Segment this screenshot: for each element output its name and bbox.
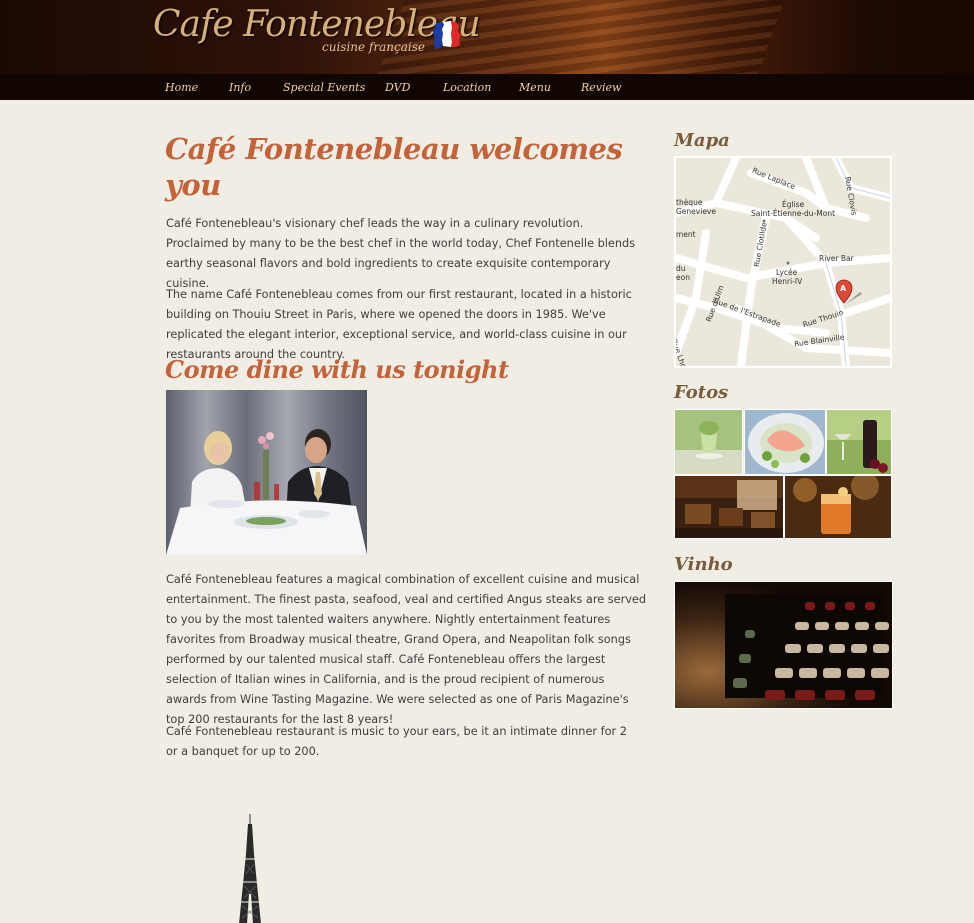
seafood-plate-photo xyxy=(745,410,825,474)
map-label: du xyxy=(676,264,686,273)
map-label: Henri-IV xyxy=(772,277,803,286)
history-paragraph: The name Café Fontenebleau comes from ou… xyxy=(166,288,632,361)
cocktail-photo xyxy=(785,476,891,538)
dining-room-photo xyxy=(675,476,783,538)
map-label: Lycée xyxy=(776,268,798,277)
nav-info-link[interactable]: Info xyxy=(229,81,251,94)
location-map[interactable]: Rue Laplace Rue Clovis thèque Genevieve … xyxy=(674,156,892,368)
nav-dvd-link[interactable]: DVD xyxy=(385,81,410,94)
map-marker-label: A xyxy=(840,284,847,293)
wine-heading: Vinho xyxy=(674,554,733,575)
site-logo-subtitle: cuisine française xyxy=(322,40,425,54)
dining-couple-photo xyxy=(166,390,367,555)
map-label: eon xyxy=(676,273,690,282)
photo-thumbnail[interactable] xyxy=(674,475,784,539)
map-streets xyxy=(676,158,890,366)
nav-menu-link[interactable]: Menu xyxy=(519,81,551,94)
dine-heading: Come dine with us tonight xyxy=(165,355,509,384)
intro-paragraph: Café Fontenebleau's visionary chef leads… xyxy=(166,217,636,290)
main-nav: Home Info Special Events DVD Location Me… xyxy=(0,74,974,100)
eiffel-tower-graphic xyxy=(239,814,261,923)
wine-glasses-photo xyxy=(827,410,891,474)
map-label: Saint-Étienne-du-Mont xyxy=(751,209,836,218)
map-label: Église xyxy=(782,200,805,209)
photos-heading: Fotos xyxy=(674,382,729,403)
wine-rack-image xyxy=(675,582,892,708)
map-label: River Bar xyxy=(819,254,854,263)
site-logo-title[interactable]: Cafe Fontenebleau xyxy=(153,4,481,45)
photo-thumbnail[interactable] xyxy=(826,409,892,475)
features-paragraph: Café Fontenebleau features a magical com… xyxy=(166,573,647,726)
french-flag-icon xyxy=(433,21,461,50)
welcome-heading: Café Fontenebleau welcomes you xyxy=(165,132,623,202)
photo-thumbnail[interactable] xyxy=(784,475,892,539)
banquet-paragraph: Café Fontenebleau restaurant is music to… xyxy=(166,725,627,758)
map-label: thèque xyxy=(676,198,703,207)
nav-location-link[interactable]: Location xyxy=(443,81,491,94)
map-heading: Mapa xyxy=(674,130,730,151)
wine-cellar-photo[interactable] xyxy=(674,581,893,709)
site-header: Cafe Fontenebleau cuisine française xyxy=(0,0,974,74)
photo-thumbnail[interactable] xyxy=(674,409,743,475)
nav-home-link[interactable]: Home xyxy=(165,81,198,94)
map-label: Genevieve xyxy=(676,207,716,216)
map-label: ment xyxy=(676,230,696,239)
photo-thumbnail[interactable] xyxy=(744,409,826,475)
dessert-photo xyxy=(675,410,742,474)
nav-special-events-link[interactable]: Special Events xyxy=(283,81,365,94)
nav-review-link[interactable]: Review xyxy=(581,81,621,94)
